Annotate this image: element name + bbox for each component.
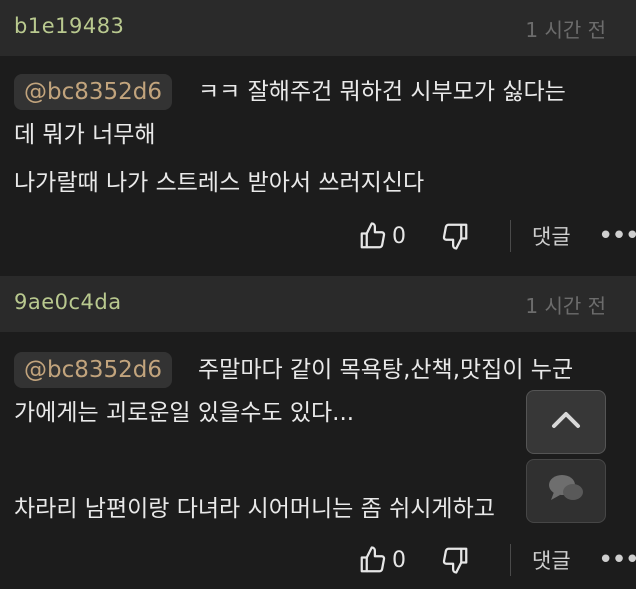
mention-tag[interactable]: @bc8352d6 <box>14 74 173 110</box>
thumbs-down-icon <box>440 221 470 251</box>
more-icon: ••• <box>598 221 636 251</box>
chat-bubble-icon <box>546 472 586 510</box>
chevron-up-icon <box>549 409 583 435</box>
more-button[interactable]: ••• <box>598 216 636 256</box>
dislike-button[interactable] <box>440 216 470 256</box>
comment-text: 주말마다 같이 목욕탕,산책,맛집이 누군 <box>198 357 574 383</box>
like-count: 0 <box>392 547 406 573</box>
comment-line: @bc8352d6 주말마다 같이 목욕탕,산책,맛집이 누군 <box>14 352 573 388</box>
comment-text: ㅋㅋ 잘해주건 뭐하건 시부모가 싫다는 <box>198 79 566 105</box>
action-divider <box>510 220 511 252</box>
comment-text: 가에게는 괴로운일 있을수도 있다... <box>14 400 355 426</box>
comment-author[interactable]: b1e19483 <box>14 14 124 38</box>
like-count: 0 <box>392 223 406 249</box>
comment-header: 9ae0c4da 1 시간 전 <box>0 276 636 332</box>
reply-label: 댓글 <box>532 549 571 573</box>
comment-actions: 0 댓글 ••• <box>0 540 636 580</box>
more-button[interactable]: ••• <box>598 540 636 580</box>
thumbs-up-icon <box>358 545 388 575</box>
comment-text: 나가랄때 나가 스트레스 받아서 쓰러지신다 <box>14 170 425 196</box>
comment-time: 1 시간 전 <box>525 18 606 42</box>
reply-button[interactable]: 댓글 <box>532 540 571 580</box>
comment-header: b1e19483 1 시간 전 <box>0 0 636 56</box>
comment-time: 1 시간 전 <box>525 294 606 318</box>
scroll-to-top-button[interactable] <box>526 390 606 454</box>
mention-tag[interactable]: @bc8352d6 <box>14 352 173 388</box>
comment-line: @bc8352d6 ㅋㅋ 잘해주건 뭐하건 시부모가 싫다는 <box>14 74 566 110</box>
comment-text: 차라리 남편이랑 다녀라 시어머니는 좀 쉬시게하고 <box>14 496 495 522</box>
comment-actions: 0 댓글 ••• <box>0 216 636 256</box>
thumbs-up-icon <box>358 221 388 251</box>
reply-label: 댓글 <box>532 225 571 249</box>
thumbs-down-icon <box>440 545 470 575</box>
action-divider <box>510 544 511 576</box>
comment-text: 데 뭐가 너무해 <box>14 122 156 148</box>
reply-button[interactable]: 댓글 <box>532 216 571 256</box>
comment-author[interactable]: 9ae0c4da <box>14 290 122 314</box>
comment-item: b1e19483 1 시간 전 @bc8352d6 ㅋㅋ 잘해주건 뭐하건 시부모… <box>0 0 636 270</box>
comment-float-button[interactable] <box>526 459 606 523</box>
dislike-button[interactable] <box>440 540 470 580</box>
more-icon: ••• <box>598 545 636 575</box>
like-button[interactable]: 0 <box>358 540 406 580</box>
like-button[interactable]: 0 <box>358 216 406 256</box>
